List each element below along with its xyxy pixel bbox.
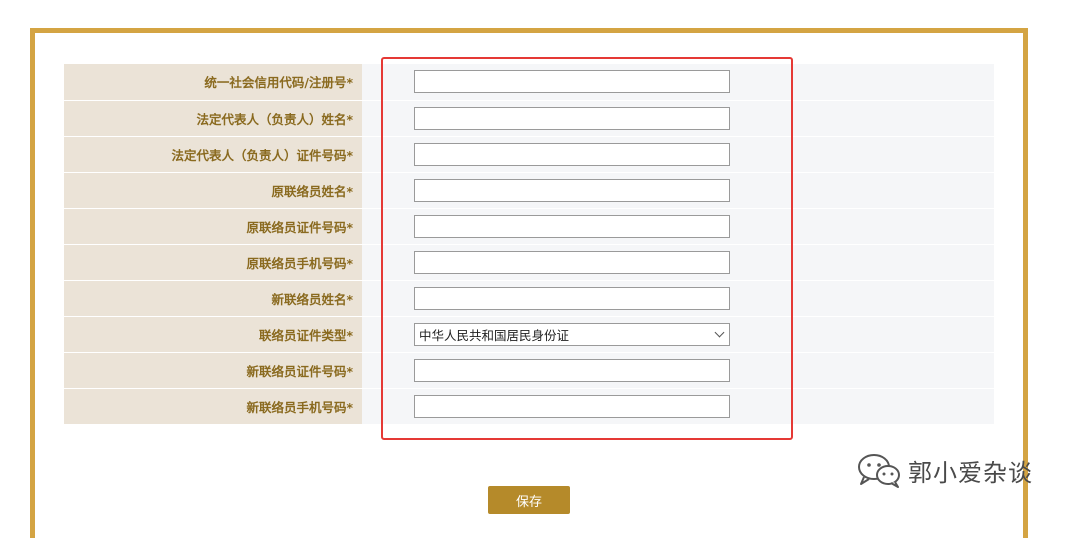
field-label: 法定代表人（负责人）证件号码* (64, 136, 362, 173)
form-row-credit-code: 统一社会信用代码/注册号* (64, 64, 994, 101)
field-label: 新联络员手机号码* (64, 388, 362, 425)
new-contact-id-input[interactable] (414, 358, 730, 382)
form-row-new-contact-name: 新联络员姓名* (64, 280, 994, 317)
field-label: 联络员证件类型* (64, 316, 362, 353)
new-contact-phone-input[interactable] (414, 394, 730, 418)
field-label: 原联络员证件号码* (64, 208, 362, 245)
form-row-id-type: 联络员证件类型* 中华人民共和国居民身份证 (64, 316, 994, 353)
credit-code-input[interactable] (414, 70, 730, 94)
field-label: 原联络员姓名* (64, 172, 362, 209)
new-contact-name-input[interactable] (414, 286, 730, 310)
field-label: 原联络员手机号码* (64, 244, 362, 281)
watermark: 郭小爱杂谈 (856, 452, 1033, 488)
chevron-down-icon (714, 327, 725, 337)
wechat-icon (858, 454, 900, 488)
form-row-new-contact-phone: 新联络员手机号码* (64, 388, 994, 425)
id-type-selected-value: 中华人民共和国居民身份证 (419, 327, 570, 343)
form-row-new-contact-id: 新联络员证件号码* (64, 352, 994, 389)
form-row-old-contact-name: 原联络员姓名* (64, 172, 994, 209)
save-button[interactable]: 保存 (488, 486, 570, 514)
id-type-select[interactable]: 中华人民共和国居民身份证 (414, 322, 730, 346)
form-row-legal-rep-id: 法定代表人（负责人）证件号码* (64, 136, 994, 173)
old-contact-phone-input[interactable] (414, 250, 730, 274)
legal-rep-name-input[interactable] (414, 106, 730, 130)
legal-rep-id-input[interactable] (414, 142, 730, 166)
old-contact-name-input[interactable] (414, 178, 730, 202)
field-label: 新联络员姓名* (64, 280, 362, 317)
watermark-text: 郭小爱杂谈 (908, 458, 1033, 487)
contact-change-form: 统一社会信用代码/注册号* 法定代表人（负责人）姓名* 法定代表人（负责人）证件… (64, 64, 994, 425)
field-label: 新联络员证件号码* (64, 352, 362, 389)
old-contact-id-input[interactable] (414, 214, 730, 238)
field-label: 统一社会信用代码/注册号* (64, 64, 362, 101)
form-row-old-contact-phone: 原联络员手机号码* (64, 244, 994, 281)
form-row-legal-rep-name: 法定代表人（负责人）姓名* (64, 100, 994, 137)
field-label: 法定代表人（负责人）姓名* (64, 100, 362, 137)
form-row-old-contact-id: 原联络员证件号码* (64, 208, 994, 245)
